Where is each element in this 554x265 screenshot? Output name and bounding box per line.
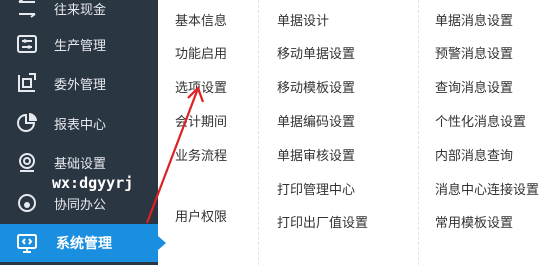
sidebar-item-label: 报表中心	[54, 117, 107, 133]
outsourcing-icon	[14, 70, 40, 96]
menu-item-query-message-settings[interactable]: 查询消息设置	[435, 77, 513, 96]
sidebar-item-label: 委外管理	[54, 77, 107, 93]
column-divider	[418, 0, 419, 265]
menu-item-print-factory-settings[interactable]: 打印出厂值设置	[277, 212, 368, 231]
system-icon	[14, 230, 40, 256]
menu-item-option-settings[interactable]: 选项设置	[175, 77, 227, 96]
settings-icon	[14, 149, 40, 175]
menu-item-accounting-period[interactable]: 会计期间	[175, 111, 227, 130]
menu-item-common-template-settings[interactable]: 常用模板设置	[435, 212, 513, 231]
sidebar-item-label: 系统管理	[56, 236, 112, 252]
menu-item-document-design[interactable]: 单据设计	[277, 10, 329, 29]
sidebar-item-outsourcing[interactable]: 委外管理	[0, 64, 158, 102]
menu-item-basic-info[interactable]: 基本信息	[175, 10, 227, 29]
menu-item-mobile-document-settings[interactable]: 移动单据设置	[277, 43, 355, 62]
sidebar-item-production[interactable]: 生产管理	[0, 25, 158, 63]
menu-item-document-audit-settings[interactable]: 单据审核设置	[277, 145, 355, 164]
menu-item-feature-enable[interactable]: 功能启用	[175, 43, 227, 62]
menu-item-alert-message-settings[interactable]: 预警消息设置	[435, 43, 513, 62]
sidebar-item-label: 生产管理	[54, 38, 107, 54]
column-divider	[258, 0, 259, 265]
menu-item-message-center-connection[interactable]: 消息中心连接设置	[435, 179, 539, 198]
sidebar-item-cash[interactable]: 往来现金	[0, 0, 158, 27]
menu-item-document-message-settings[interactable]: 单据消息设置	[435, 10, 513, 29]
menu-item-personal-message-settings[interactable]: 个性化消息设置	[435, 111, 526, 130]
sidebar-item-report[interactable]: 报表中心	[0, 104, 158, 142]
collaboration-icon	[14, 190, 40, 216]
sidebar: 往来现金 生产管理 委外管理 报表中心 基础设置 协同办公 系统管理 wx:dg…	[0, 0, 166, 265]
sidebar-item-label: 往来现金	[54, 2, 107, 18]
menu-item-document-code-settings[interactable]: 单据编码设置	[277, 111, 355, 130]
menu-item-internal-message-query[interactable]: 内部消息查询	[435, 145, 513, 164]
active-pointer	[158, 236, 166, 250]
production-icon	[14, 31, 40, 57]
sidebar-item-label: 协同办公	[54, 197, 107, 213]
menu-item-mobile-template-settings[interactable]: 移动模板设置	[277, 77, 355, 96]
sidebar-item-label: 基础设置	[54, 156, 107, 172]
cash-icon	[14, 0, 40, 21]
sidebar-item-system-management[interactable]: 系统管理	[0, 224, 166, 262]
watermark-text: wx:dgyyrj	[52, 174, 134, 192]
menu-item-print-center[interactable]: 打印管理中心	[277, 179, 355, 198]
menu-item-business-process[interactable]: 业务流程	[175, 145, 227, 164]
report-icon	[14, 110, 40, 136]
menu-item-user-permissions[interactable]: 用户权限	[175, 206, 227, 225]
